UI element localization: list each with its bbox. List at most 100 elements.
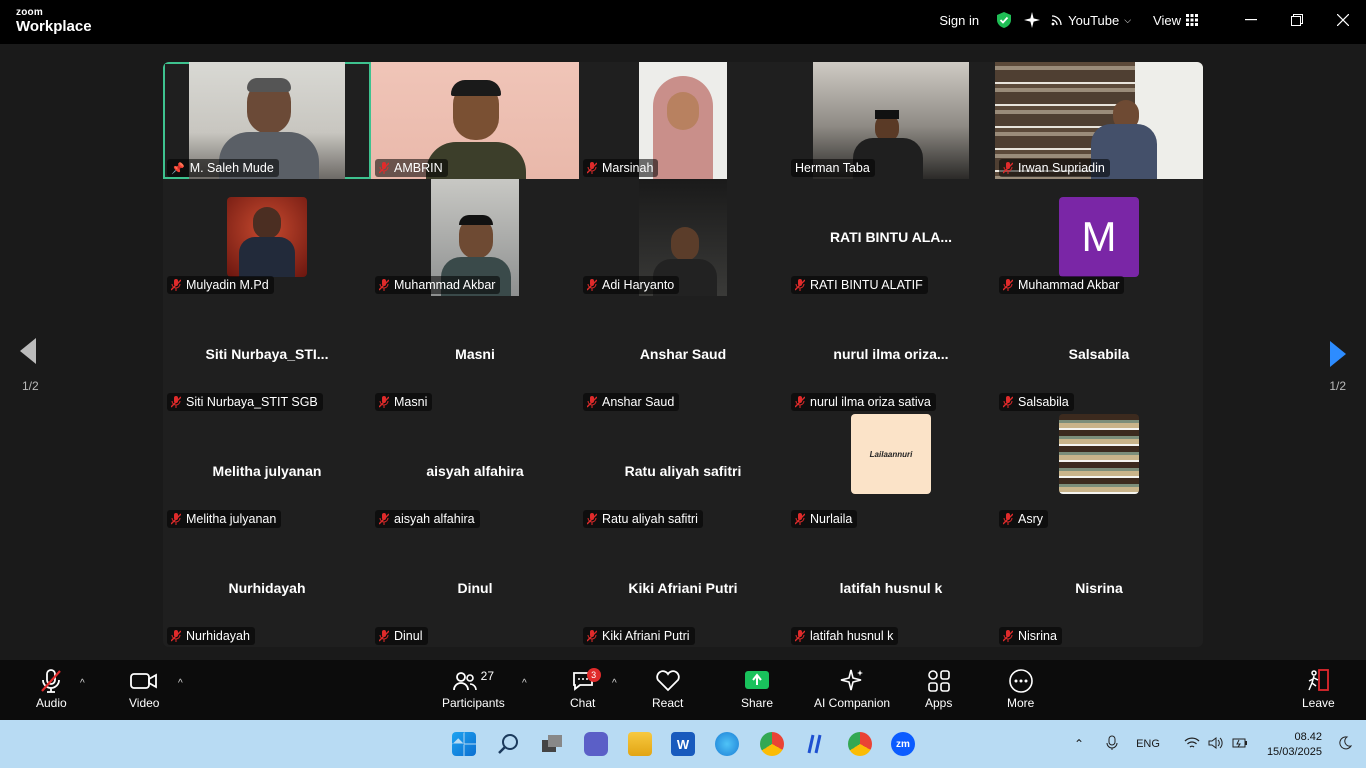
participant-name-label: AMBRIN [375, 159, 448, 177]
microphone-icon[interactable] [1106, 735, 1118, 754]
participant-tile[interactable]: Irwan Supriadin [995, 62, 1203, 179]
participant-display-name: Siti Nurbaya_STI... [205, 346, 329, 362]
participant-display-name: Anshar Saud [639, 346, 727, 362]
video-button[interactable]: Video [129, 666, 159, 710]
next-page-arrow-icon[interactable] [1328, 339, 1348, 374]
participant-tile[interactable]: Asry [995, 413, 1203, 530]
participant-tile[interactable]: M Muhammad Akbar [995, 179, 1203, 296]
more-button[interactable]: More [1007, 666, 1034, 710]
participant-tile[interactable]: RATI BINTU ALA... RATI BINTU ALATIF [787, 179, 995, 296]
participants-button[interactable]: 27 Participants [442, 666, 505, 710]
avatar-logo-text: Lailaannuri [851, 414, 931, 494]
apps-button[interactable]: Apps [925, 666, 952, 710]
participant-display-name: nurul ilma oriza... [833, 346, 949, 362]
file-explorer-icon[interactable] [628, 732, 652, 756]
chevron-up-icon[interactable]: ⌃ [1074, 737, 1084, 751]
view-button[interactable]: View [1153, 13, 1198, 28]
participants-options-caret-icon[interactable]: ^ [522, 678, 527, 689]
participant-name: Muhammad Akbar [394, 278, 496, 292]
task-view-icon[interactable] [540, 732, 564, 756]
edge-icon[interactable] [715, 732, 739, 756]
bookshelf-photo [1059, 414, 1139, 494]
exit-door-icon [1305, 666, 1331, 696]
participant-tile[interactable]: Salsabila Salsabila [995, 296, 1203, 413]
participant-tile[interactable]: Nisrina Nisrina [995, 530, 1203, 647]
wifi-icon[interactable] [1184, 736, 1200, 753]
language-indicator[interactable]: ENG [1136, 738, 1160, 750]
youtube-stream-button[interactable]: YouTube ⌵ [1051, 13, 1131, 28]
participant-name: AMBRIN [394, 161, 443, 175]
participant-tile[interactable]: Muhammad Akbar [371, 179, 579, 296]
participant-name-label: Adi Haryanto [583, 276, 680, 294]
sign-in-link[interactable]: Sign in [939, 13, 979, 28]
participant-tile[interactable]: Nurhidayah Nurhidayah [163, 530, 371, 647]
word-icon[interactable]: W [671, 732, 695, 756]
participant-tile[interactable]: 📌 M. Saleh Mude [163, 62, 371, 179]
minimize-button[interactable] [1228, 0, 1274, 40]
participant-tile[interactable]: Ratu aliyah safitri Ratu aliyah safitri [579, 413, 787, 530]
participant-name: Herman Taba [795, 161, 870, 175]
participant-name-label: Nurhidayah [167, 627, 255, 645]
close-button[interactable] [1320, 0, 1366, 40]
share-button[interactable]: Share [741, 666, 773, 710]
restore-button[interactable] [1274, 0, 1320, 40]
chat-options-caret-icon[interactable]: ^ [612, 678, 617, 689]
participant-name-label: Mulyadin M.Pd [167, 276, 274, 294]
youtube-label: YouTube [1068, 12, 1120, 28]
participant-tile[interactable]: Melitha julyanan Melitha julyanan [163, 413, 371, 530]
mic-muted-icon [171, 396, 181, 408]
participant-name-label: aisyah alfahira [375, 510, 480, 528]
audio-options-caret-icon[interactable]: ^ [80, 678, 85, 689]
participant-tile[interactable]: Kiki Afriani Putri Kiki Afriani Putri [579, 530, 787, 647]
security-shield-icon[interactable] [995, 11, 1013, 29]
participant-tile[interactable]: nurul ilma oriza... nurul ilma oriza sat… [787, 296, 995, 413]
chrome-profile-icon[interactable] [848, 732, 872, 756]
participant-name: Nurlaila [810, 512, 853, 526]
participant-tile[interactable]: Marsinah [579, 62, 787, 179]
audio-button[interactable]: Audio [36, 666, 67, 710]
participant-tile[interactable]: Lailaannuri Nurlaila [787, 413, 995, 530]
app-slash-icon[interactable] [804, 732, 828, 756]
participant-tile[interactable]: Herman Taba [787, 62, 995, 179]
react-button[interactable]: React [652, 666, 683, 710]
ai-sparkle-icon[interactable] [1023, 11, 1041, 29]
taskbar-clock[interactable]: 08.42 15/03/2025 [1267, 730, 1322, 760]
zoom-taskbar-icon[interactable]: zm [891, 732, 915, 756]
participants-icon: 27 [452, 666, 494, 696]
participant-tile[interactable]: Dinul Dinul [371, 530, 579, 647]
volume-icon[interactable] [1208, 736, 1224, 753]
participant-tile[interactable]: Anshar Saud Anshar Saud [579, 296, 787, 413]
chrome-icon[interactable] [760, 732, 784, 756]
participant-tile[interactable]: Adi Haryanto [579, 179, 787, 296]
participant-tile[interactable]: AMBRIN [371, 62, 579, 179]
leave-label: Leave [1302, 696, 1335, 710]
search-icon[interactable] [497, 732, 521, 756]
leave-button[interactable]: Leave [1302, 666, 1335, 710]
teams-meet-icon[interactable] [584, 732, 608, 756]
react-label: React [652, 696, 684, 710]
more-dots-icon [1008, 666, 1034, 696]
chat-button[interactable]: 3 Chat [570, 666, 601, 710]
participant-tile[interactable]: Masni Masni [371, 296, 579, 413]
meeting-toolbar: Audio ^ Video ^ 27 Participants ^ 3 Chat… [0, 660, 1366, 720]
participant-name: Nurhidayah [186, 629, 250, 643]
pin-icon: 📌 [171, 162, 185, 175]
mic-muted-icon [1003, 279, 1013, 291]
participant-name-label: Ratu aliyah safitri [583, 510, 703, 528]
windows-start-icon[interactable] [452, 732, 476, 756]
participant-tile[interactable]: aisyah alfahira aisyah alfahira [371, 413, 579, 530]
ai-companion-button[interactable]: AI Companion [814, 666, 890, 710]
battery-icon[interactable] [1232, 737, 1248, 752]
previous-page-arrow-icon[interactable] [18, 336, 38, 371]
video-options-caret-icon[interactable]: ^ [178, 678, 183, 689]
apps-label: Apps [925, 696, 953, 710]
participant-tile[interactable]: Siti Nurbaya_STI... Siti Nurbaya_STIT SG… [163, 296, 371, 413]
participant-name-label: Melitha julyanan [167, 510, 282, 528]
mic-muted-icon [795, 630, 805, 642]
participant-name-label: Siti Nurbaya_STIT SGB [167, 393, 323, 411]
participant-display-name: latifah husnul k [839, 580, 943, 596]
participant-tile[interactable]: Mulyadin M.Pd [163, 179, 371, 296]
notification-moon-icon[interactable] [1338, 736, 1353, 755]
participant-tile[interactable]: latifah husnul k latifah husnul k [787, 530, 995, 647]
participant-name: Dinul [394, 629, 423, 643]
